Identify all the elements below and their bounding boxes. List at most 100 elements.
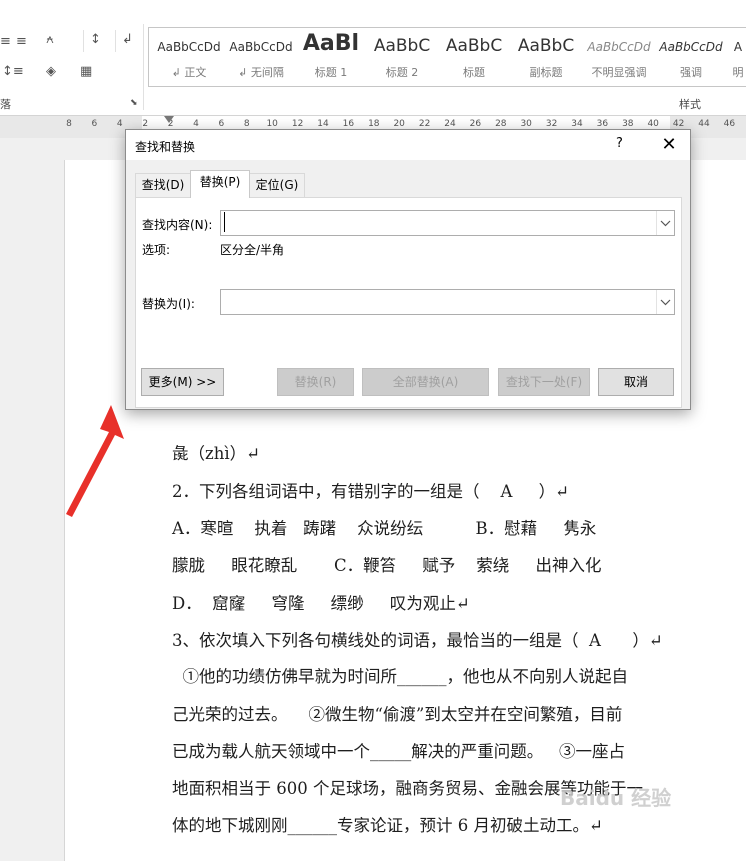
ruler-tick-label: 6 xyxy=(218,119,225,129)
ruler-tick-label: 26 xyxy=(469,119,482,129)
paragraph-dialog-launcher-icon[interactable]: ⬊ xyxy=(130,98,138,108)
document-text-line: 已成为载人航天领域中一个_____解决的严重问题。 ③一座占 xyxy=(172,742,625,761)
style-subtitle[interactable]: AaBbC 副标题 xyxy=(511,28,581,84)
style-sample: AaBbC xyxy=(373,36,431,56)
ruler-tick-label: 38 xyxy=(622,119,634,129)
style-caption: 副标题 xyxy=(529,66,563,79)
show-marks-icon[interactable]: ↲ xyxy=(122,32,133,47)
style-emphasis[interactable]: AaBbCcDd 强调 xyxy=(655,28,727,84)
shading-icon[interactable]: ◈ xyxy=(46,64,56,79)
ruler-tick-label: 20 xyxy=(393,119,405,129)
ruler-tick-label: 6 xyxy=(91,119,98,129)
style-sample: AaBbC xyxy=(517,36,575,56)
style-sample: A xyxy=(733,40,743,54)
sort-icon[interactable]: ↕ xyxy=(90,32,101,47)
chevron-down-icon xyxy=(660,220,671,227)
style-sample: AaBbCcDd xyxy=(587,40,651,54)
document-text-line: 己光荣的过去。 ②微生物“偷渡”到太空并在空间繁殖，目前 xyxy=(172,705,623,724)
style-caption: ↲ 无间隔 xyxy=(238,66,284,79)
style-subtle-emphasis[interactable]: AaBbCcDd 不明显强调 xyxy=(583,28,655,84)
styles-group-label: 样式 xyxy=(679,98,701,111)
style-no-spacing[interactable]: AaBbCcDd ↲ 无间隔 xyxy=(225,28,297,84)
style-caption: 标题 2 xyxy=(385,66,419,79)
ruler-tick-label: 18 xyxy=(368,119,380,129)
ruler-tick-label: 8 xyxy=(243,119,250,129)
align-icon[interactable]: ≡ xyxy=(0,34,11,49)
document-text-line: 彘（zhì）↵ xyxy=(172,444,260,463)
document-text-line: D． 窟窿 穹隆 缥缈 叹为观止↵ xyxy=(172,594,470,613)
watermark-text: Baidu 经验 xyxy=(560,786,672,810)
ruler-tick-label: 10 xyxy=(266,119,278,129)
style-caption: ↲ 正文 xyxy=(171,66,207,79)
ruler-tick-label: 14 xyxy=(317,119,329,129)
ruler-tick-label: 4 xyxy=(193,119,199,129)
tab-label: 查找(D) xyxy=(141,178,185,192)
style-heading-1[interactable]: AaBl 标题 1 xyxy=(297,28,365,84)
help-button[interactable]: ? xyxy=(616,136,623,151)
style-caption: 强调 xyxy=(680,66,702,79)
ruler-tick-label: 22 xyxy=(418,119,431,129)
ruler-tick-label: 34 xyxy=(571,119,583,129)
ruler-tick-label: 40 xyxy=(647,119,659,129)
tab-replace[interactable]: 替换(P) xyxy=(190,170,250,198)
style-heading-2[interactable]: AaBbC 标题 2 xyxy=(367,28,437,84)
document-text-line: 2．下列各组词语中，有错别字的一组是（ A ）↵ xyxy=(172,482,569,501)
style-caption: 不明显强调 xyxy=(591,66,647,79)
indent-marker-icon[interactable] xyxy=(164,116,174,123)
options-label: 选项: xyxy=(142,243,171,257)
indent-icon[interactable]: ≡ xyxy=(16,34,27,49)
ruler-tick-label: 42 xyxy=(672,119,685,129)
tab-goto[interactable]: 定位(G) xyxy=(249,173,305,197)
ruler-tick-label: 46 xyxy=(723,119,736,129)
ruler-tick-label: 4 xyxy=(116,119,123,129)
style-caption: 标题 1 xyxy=(314,66,348,79)
document-text-line: 体的地下城刚刚______专家论证，预计 6 月初破土动工。↵ xyxy=(172,816,603,835)
ruler-tick-label: 32 xyxy=(545,119,558,129)
find-dropdown-button[interactable] xyxy=(656,211,674,235)
borders-icon[interactable]: ▦ xyxy=(80,64,92,79)
cancel-button[interactable]: 取消 xyxy=(598,368,674,396)
more-button[interactable]: 更多(M) >> xyxy=(141,368,224,396)
style-normal[interactable]: AaBbCcDd ↲ 正文 xyxy=(153,28,225,84)
style-caption: 标题 xyxy=(463,66,485,79)
style-intense-emphasis[interactable]: A 明 xyxy=(729,28,746,84)
styles-gallery: AaBbCcDd ↲ 正文 AaBbCcDd ↲ 无间隔 AaBl 标题 1 A… xyxy=(148,27,746,87)
ruler-tick-label: 12 xyxy=(291,119,304,129)
style-caption: 明 xyxy=(732,66,744,79)
options-value: 区分全/半角 xyxy=(220,243,285,257)
dialog-titlebar[interactable]: 查找和替换 ? ✕ xyxy=(126,130,690,160)
ruler-tick-label: 36 xyxy=(596,119,609,129)
ruler-tick-label: 30 xyxy=(520,119,532,129)
style-sample: AaBbCcDd xyxy=(157,40,221,54)
chevron-down-icon xyxy=(660,299,671,306)
replace-button[interactable]: 替换(R) xyxy=(277,368,354,396)
close-button[interactable]: ✕ xyxy=(654,132,684,158)
replace-input[interactable] xyxy=(220,289,675,315)
tab-label: 定位(G) xyxy=(255,178,299,192)
ruler-tick-label: 24 xyxy=(444,119,456,129)
replace-tab-panel: 查找内容(N): 选项: 区分全/半角 替换为(I): 更多(M) >> 替换(… xyxy=(135,197,682,408)
find-next-button[interactable]: 查找下一处(F) xyxy=(498,368,590,396)
find-replace-dialog: 查找和替换 ? ✕ 查找(D) 替换(P) 定位(G) 查找内容(N): 选项:… xyxy=(125,129,691,410)
tab-label: 替换(P) xyxy=(199,175,241,189)
replace-label: 替换为(I): xyxy=(142,297,195,311)
document-text-line: ①他的功绩仿佛早就为时间所______，他也从不向别人说起自 xyxy=(172,667,628,686)
chinese-layout-icon[interactable]: ⍲ xyxy=(46,32,54,47)
dialog-title: 查找和替换 xyxy=(135,140,196,154)
ruler-tick-label: 28 xyxy=(495,119,507,129)
find-input[interactable] xyxy=(220,210,675,236)
document-text-line: 朦胧 眼花瞭乱 C．鞭笞 赋予 萦绕 出神入化 xyxy=(172,556,602,575)
ruler-tick-label: 16 xyxy=(342,119,355,129)
replace-dropdown-button[interactable] xyxy=(656,290,674,314)
ruler-tick-label: 2 xyxy=(142,119,149,129)
style-sample: AaBl xyxy=(302,31,360,56)
text-caret xyxy=(224,212,225,232)
replace-all-button[interactable]: 全部替换(A) xyxy=(362,368,489,396)
style-title[interactable]: AaBbC 标题 xyxy=(439,28,509,84)
tab-find[interactable]: 查找(D) xyxy=(135,173,191,197)
line-spacing-icon[interactable]: ↕≡ xyxy=(2,64,24,79)
document-text-line: A．寒暄 执着 踌躇 众说纷纭 B．慰藉 隽永 xyxy=(172,519,597,538)
paragraph-group-label: 落 xyxy=(0,98,11,111)
style-sample: AaBbC xyxy=(445,36,503,56)
ribbon: ≡ ≡ ⍲ ↕ ↲ ↕≡ ◈ ▦ 落 ⬊ AaBbCcDd ↲ 正文 AaBbC… xyxy=(0,0,746,116)
